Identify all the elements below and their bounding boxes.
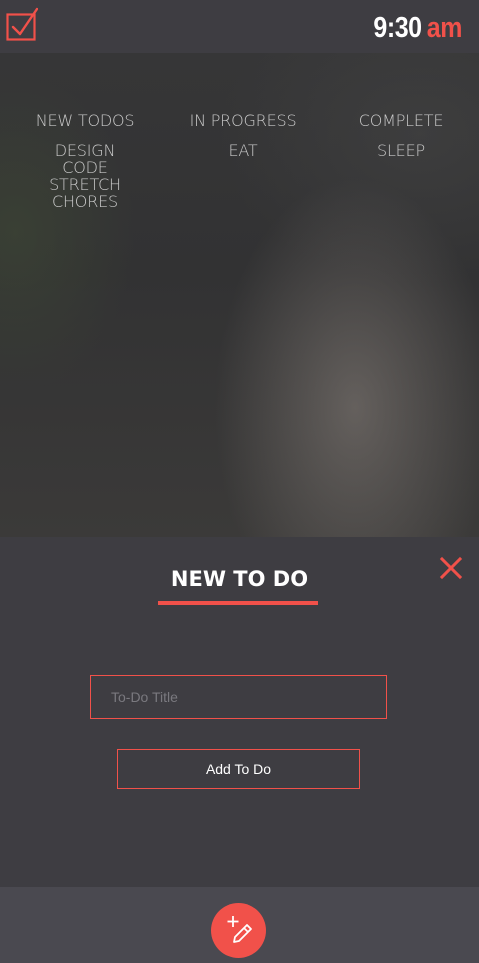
column-in-progress: IN PROGRESS EAT xyxy=(163,111,323,159)
todo-title-input[interactable] xyxy=(90,675,387,719)
todo-item[interactable]: DESIGN xyxy=(5,142,165,159)
todo-board: NEW TODOS DESIGN CODE STRETCH CHORES IN … xyxy=(0,53,479,537)
clock: 9:30 am xyxy=(373,11,462,45)
clock-ampm: am xyxy=(426,12,463,44)
todo-item[interactable]: CHORES xyxy=(5,193,165,210)
title-underline xyxy=(158,601,318,605)
todo-item[interactable]: SLEEP xyxy=(321,142,479,159)
add-todo-fab[interactable] xyxy=(211,903,266,958)
new-todo-panel: NEW TO DO Add To Do xyxy=(0,537,479,887)
checkbox-logo-icon xyxy=(6,7,38,41)
top-bar: 9:30 am xyxy=(0,0,479,53)
clock-time: 9:30 xyxy=(373,12,422,44)
panel-title: NEW TO DO xyxy=(170,567,309,591)
add-todo-button[interactable]: Add To Do xyxy=(117,749,360,789)
todo-item[interactable]: EAT xyxy=(163,142,323,159)
todo-item[interactable]: CODE xyxy=(5,159,165,176)
column-title[interactable]: IN PROGRESS xyxy=(163,111,323,131)
column-title[interactable]: COMPLETE xyxy=(321,111,479,131)
todo-item[interactable]: STRETCH xyxy=(5,176,165,193)
column-title[interactable]: NEW TODOS xyxy=(5,111,165,131)
column-complete: COMPLETE SLEEP xyxy=(321,111,479,159)
add-edit-pencil-icon xyxy=(227,916,252,943)
bottom-bar xyxy=(0,887,479,963)
column-new-todos: NEW TODOS DESIGN CODE STRETCH CHORES xyxy=(5,111,165,210)
